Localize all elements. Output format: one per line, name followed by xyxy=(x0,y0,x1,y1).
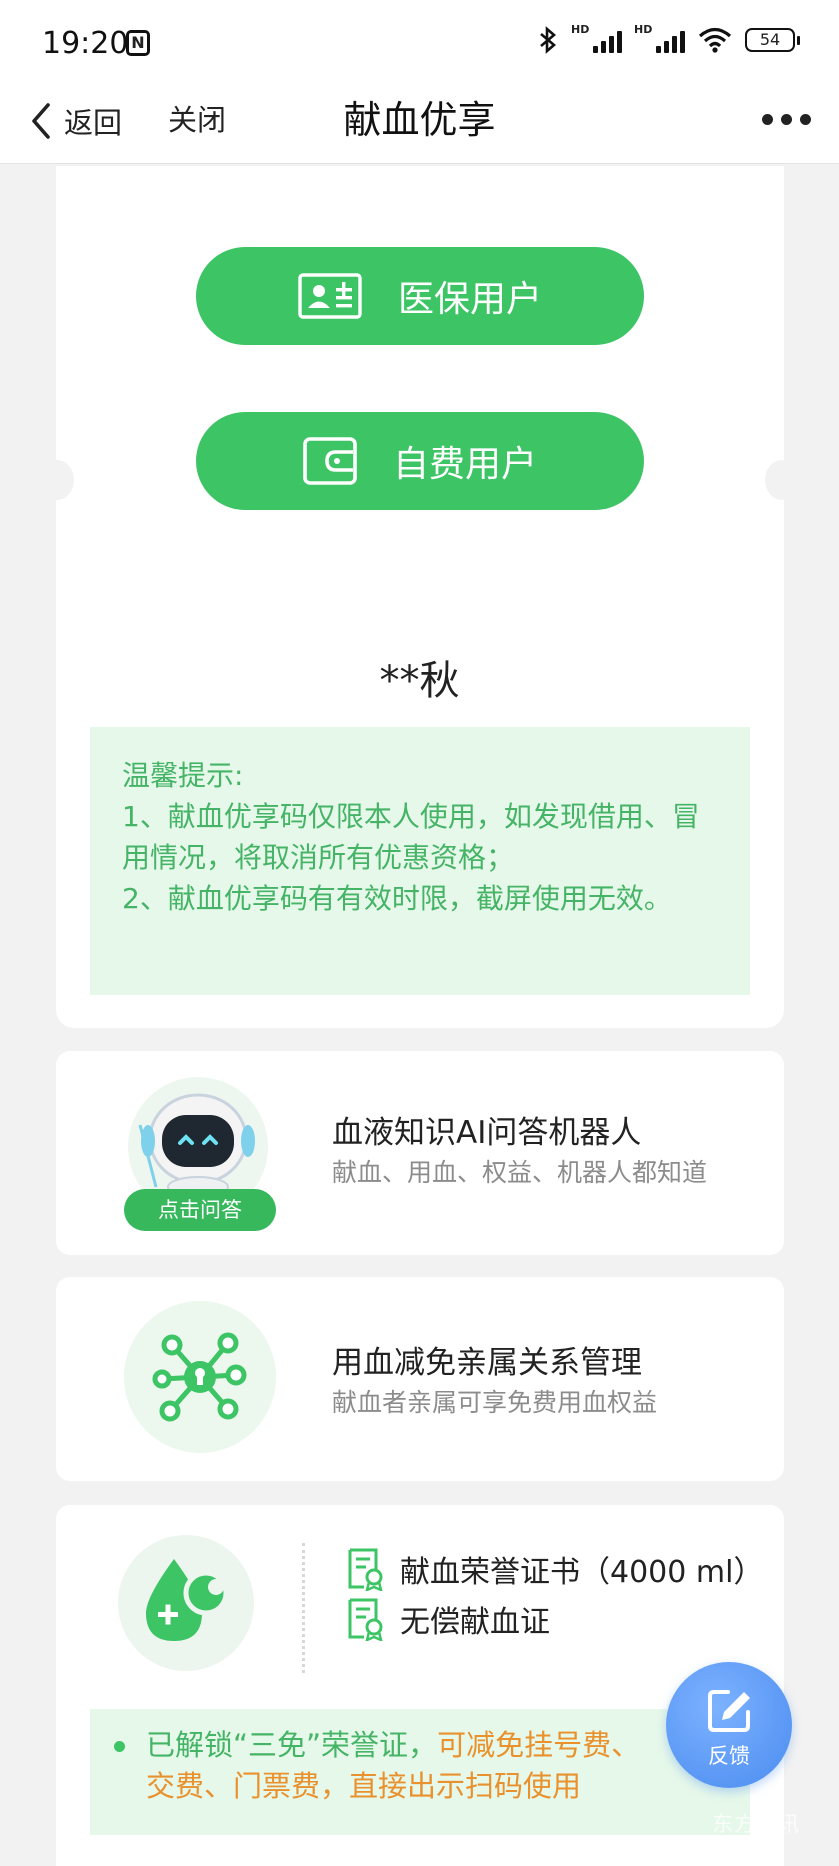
certificate-label: 无偿献血证 xyxy=(400,1605,550,1640)
benefits-note-waiver: 可减免挂号费、 xyxy=(437,1728,641,1762)
battery-icon: 54 xyxy=(745,28,800,52)
ask-question-button[interactable]: 点击问答 xyxy=(124,1189,276,1231)
family-relationship-text: 用血减免亲属关系管理 献血者亲属可享免费用血权益 xyxy=(332,1341,657,1421)
more-dot-icon xyxy=(762,114,773,125)
bluetooth-icon xyxy=(540,26,557,54)
more-dot-icon xyxy=(781,114,792,125)
family-relationship-subtitle: 献血者亲属可享免费用血权益 xyxy=(332,1388,658,1417)
nfc-icon: N xyxy=(126,30,150,56)
ai-robot-subtitle: 献血、用血、权益、机器人都知道 xyxy=(332,1158,708,1187)
user-name: **秋 xyxy=(379,658,460,704)
certificate-item[interactable]: 无偿献血证 xyxy=(346,1597,550,1641)
benefits-note-unlocked: 已解锁“三免”荣誉证， xyxy=(146,1728,438,1762)
medical-insurance-button[interactable]: 医保用户 xyxy=(196,247,644,345)
page-title: 献血优享 xyxy=(343,98,496,142)
benefits-note-line-1: 已解锁“三免”荣誉证，可减免挂号费、 xyxy=(146,1725,730,1766)
more-options-button[interactable] xyxy=(762,114,811,125)
status-time: 19:20 xyxy=(42,26,129,61)
family-relationship-title: 用血减免亲属关系管理 xyxy=(332,1345,642,1381)
divider xyxy=(302,1543,305,1673)
hd-label-2: HD xyxy=(634,23,653,36)
wifi-icon xyxy=(698,27,732,53)
signal-icon-2: HD xyxy=(634,23,685,53)
ai-robot-card[interactable]: 点击问答 血液知识AI问答机器人 献血、用血、权益、机器人都知道 xyxy=(56,1051,784,1255)
certificate-icon xyxy=(348,1548,383,1591)
feedback-button[interactable]: 反馈 xyxy=(666,1662,792,1788)
blood-drop-plus-icon xyxy=(146,1559,229,1641)
certificate-item[interactable]: 献血荣誉证书（4000 ml） xyxy=(346,1547,763,1591)
watermark: 东方资讯 xyxy=(712,1812,800,1836)
status-bar: 19:20 N HD HD 54 xyxy=(0,0,839,84)
edit-icon xyxy=(708,1690,750,1732)
tips-heading: 温馨提示: xyxy=(122,759,244,792)
tips-box: 温馨提示: 1、献血优享码仅限本人使用，如发现借用、冒用情况，将取消所有优惠资格… xyxy=(90,727,750,995)
tips-line-1: 1、献血优享码仅限本人使用，如发现借用、冒用情况，将取消所有优惠资格； xyxy=(122,800,700,874)
id-card-icon xyxy=(298,273,362,319)
status-icons: HD HD 54 xyxy=(537,23,800,54)
self-pay-label: 自费用户 xyxy=(392,444,537,485)
robot-icon xyxy=(138,1093,255,1198)
self-pay-button[interactable]: 自费用户 xyxy=(196,412,644,510)
family-relationship-card[interactable]: 用血减免亲属关系管理 献血者亲属可享免费用血权益 xyxy=(56,1277,784,1481)
certificate-icon xyxy=(348,1598,383,1641)
certificate-label: 献血荣誉证书（4000 ml） xyxy=(400,1555,764,1590)
certificates-card: 献血荣誉证书（4000 ml） 无偿献血证 已解锁“三免”荣誉证，可减免挂号费、… xyxy=(56,1505,784,1866)
hd-label-1: HD xyxy=(571,23,590,36)
signal-icon-1: HD xyxy=(571,23,622,53)
medical-insurance-label: 医保用户 xyxy=(397,279,542,320)
benefits-note-line-2: 交费、门票费，直接出示扫码使用 xyxy=(146,1769,582,1803)
nav-bar: 返回 关闭 献血优享 xyxy=(0,84,839,164)
family-network-icon xyxy=(152,1332,247,1422)
bullet-dot-icon xyxy=(114,1741,125,1752)
benefits-note: 已解锁“三免”荣誉证，可减免挂号费、 交费、门票费，直接出示扫码使用 xyxy=(90,1709,750,1835)
more-dot-icon xyxy=(800,114,811,125)
wallet-icon xyxy=(303,437,357,485)
ai-robot-text: 血液知识AI问答机器人 献血、用血、权益、机器人都知道 xyxy=(332,1111,707,1191)
feedback-label: 反馈 xyxy=(708,1744,750,1768)
ai-robot-title: 血液知识AI问答机器人 xyxy=(332,1115,642,1151)
card-notch-right xyxy=(765,460,799,500)
card-notch-left xyxy=(40,460,74,500)
tips-line-2: 2、献血优享码有有效时限，截屏使用无效。 xyxy=(122,882,672,915)
